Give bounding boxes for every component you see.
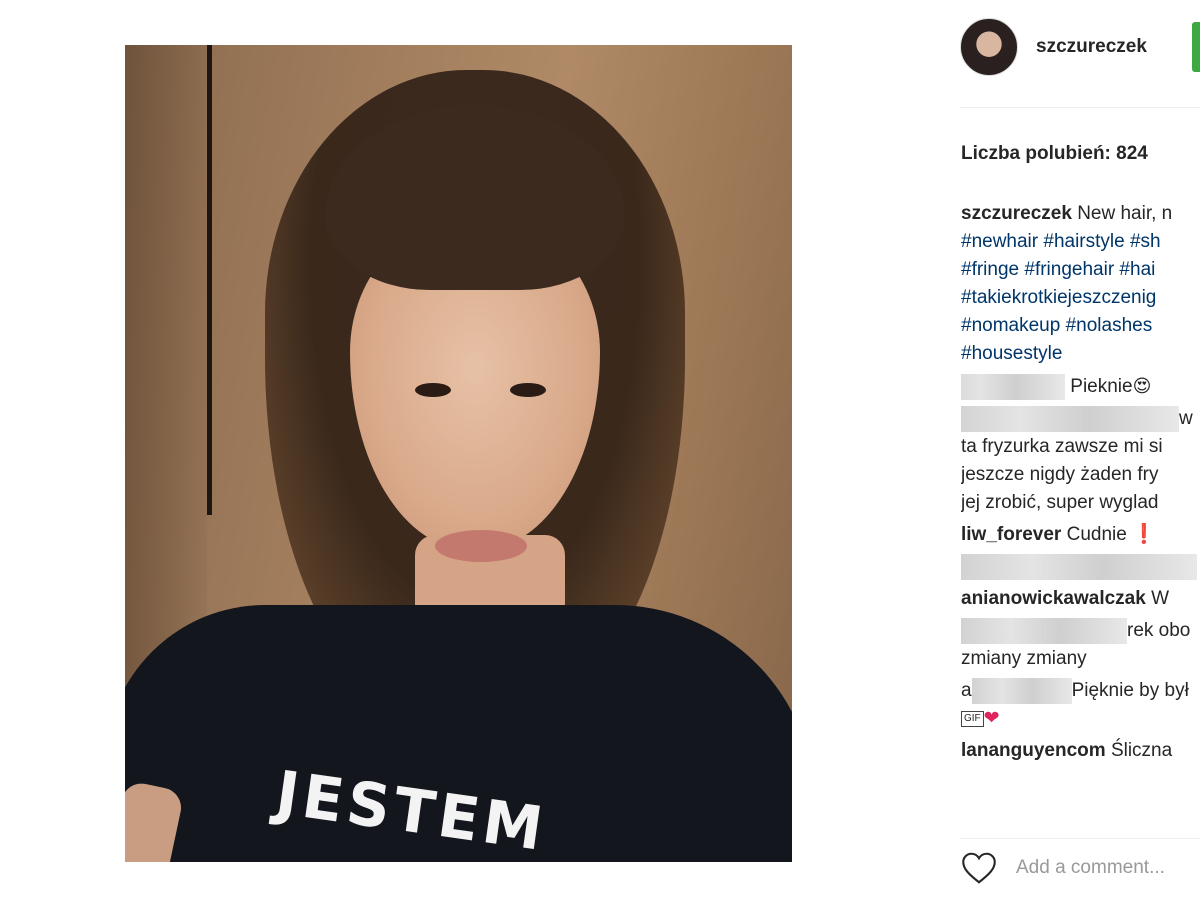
comment-item: liw_forever Cudnie ❗ xyxy=(961,521,1200,549)
comment-item: anianowickawalczak W xyxy=(961,585,1200,613)
comment-text: ta fryzurka zawsze mi si xyxy=(961,436,1163,457)
comment-username[interactable]: anianowickawalczak xyxy=(961,588,1146,609)
blurred-username xyxy=(961,373,1065,400)
comment-text: rek obo xyxy=(1127,620,1191,641)
hashtag-line[interactable]: #nomakeup #nolashes xyxy=(961,312,1200,340)
comment-username[interactable]: szczureczek xyxy=(961,203,1072,224)
hashtag-line[interactable]: #takiekrotkiejeszczenig xyxy=(961,284,1200,312)
comment-text: jej zrobić, super wyglad xyxy=(961,492,1159,513)
comment-text: Śliczna xyxy=(1110,740,1173,761)
comment-item xyxy=(961,553,1200,581)
comments-list: szczureczek New hair, n #newhair #hairst… xyxy=(961,200,1200,820)
header-divider xyxy=(960,107,1200,108)
comment-text: w xyxy=(1179,408,1193,429)
comment-text: zmiany zmiany xyxy=(961,648,1087,669)
comment-text: Pięknie by był xyxy=(1071,680,1189,701)
follow-button[interactable] xyxy=(1192,22,1200,72)
hashtag-line[interactable]: #newhair #hairstyle #sh xyxy=(961,228,1200,256)
post-photo[interactable]: JESTEM xyxy=(125,45,792,862)
heart-eyes-emoji: 😍 xyxy=(1132,376,1152,396)
comment-username[interactable]: liw_forever xyxy=(961,524,1061,545)
exclamation-emoji: ❗ xyxy=(1132,524,1156,545)
comment-text: a xyxy=(961,680,972,701)
post-header: szczureczek xyxy=(960,18,1200,78)
hashtag-line[interactable]: #fringe #fringehair #hai xyxy=(961,256,1200,284)
actions-divider xyxy=(960,838,1200,839)
caption: szczureczek New hair, n #newhair #hairst… xyxy=(961,200,1200,368)
comment-item: w ta fryzurka zawsze mi si jeszcze nigdy… xyxy=(961,405,1200,517)
wood-panel-line xyxy=(207,45,212,515)
likes-count[interactable]: Liczba polubień: 824 xyxy=(961,143,1148,165)
gif-icon: GIF xyxy=(961,710,984,727)
comment-text: W xyxy=(1151,588,1170,609)
comment-text: Pieknie xyxy=(1070,376,1133,397)
comment-item: a Pięknie by był GIF ❤ xyxy=(961,677,1200,733)
comment-item: rek obo zmiany zmiany xyxy=(961,617,1200,673)
comment-text: Cudnie xyxy=(1066,524,1127,545)
comment-item: lananguyencom Śliczna xyxy=(961,737,1200,765)
heart-outline-icon xyxy=(962,852,996,884)
blurred-username xyxy=(961,617,1127,644)
comment-username[interactable]: lananguyencom xyxy=(961,740,1106,761)
heart-icon: ❤ xyxy=(983,708,1000,729)
right-eye xyxy=(510,383,546,397)
caption-text: New hair, n xyxy=(1077,203,1173,224)
add-comment-input[interactable] xyxy=(1016,853,1200,883)
left-eye xyxy=(415,383,451,397)
post-username[interactable]: szczureczek xyxy=(1036,36,1147,58)
comment-item: Pieknie😍 xyxy=(961,372,1200,401)
like-button[interactable] xyxy=(961,851,997,885)
lips xyxy=(435,530,527,562)
blurred-username xyxy=(971,677,1072,704)
blurred-comment xyxy=(961,553,1197,580)
avatar[interactable] xyxy=(960,18,1018,76)
blurred-username xyxy=(961,405,1179,432)
hashtag-line[interactable]: #housestyle xyxy=(961,340,1200,368)
comment-text: jeszcze nigdy żaden fry xyxy=(961,464,1159,485)
